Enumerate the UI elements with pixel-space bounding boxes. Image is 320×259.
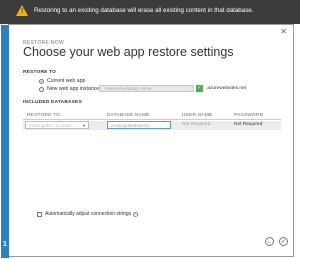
included-databases-label: INCLUDED DATABASES xyxy=(23,100,82,105)
restore-to-value: existingdb01 (Locatio... xyxy=(29,122,76,128)
confirm-button[interactable]: ✓ xyxy=(279,237,288,246)
page-title: Choose your web app restore settings xyxy=(23,45,234,59)
radio-label-current: Current web app xyxy=(47,78,86,84)
warning-icon: ! xyxy=(16,5,28,16)
col-user-name: USER NAME xyxy=(182,113,213,118)
auto-adjust-checkbox[interactable] xyxy=(37,211,42,217)
radio-unselected-icon[interactable] xyxy=(39,86,44,92)
warning-text: Restoring to an existing database will e… xyxy=(34,7,254,14)
step-number: 1 xyxy=(3,241,7,248)
password-value: Not Required xyxy=(234,122,263,127)
database-name-value: existingdatabase01 xyxy=(111,123,150,128)
valid-check-icon: ✓ xyxy=(196,85,203,92)
back-button[interactable]: ← xyxy=(265,237,274,246)
restore-to-label: RESTORE TO xyxy=(23,70,57,75)
auto-adjust-row[interactable]: Automatically adjust connection strings … xyxy=(37,211,139,217)
instance-value: restored-webapp-name xyxy=(105,86,152,91)
step-sidebar xyxy=(1,25,9,258)
col-restore-to: RESTORE TO xyxy=(27,113,60,118)
table-divider xyxy=(23,119,281,120)
close-icon[interactable]: ✕ xyxy=(280,27,287,36)
radio-new-web-app[interactable]: New web app instance xyxy=(39,86,99,92)
radio-label-new: New web app instance xyxy=(47,86,100,92)
col-password: PASSWORD xyxy=(234,113,264,118)
col-database-name: DATABASE NAME xyxy=(107,113,150,118)
auto-adjust-label: Automatically adjust connection strings xyxy=(45,211,132,217)
user-name-value: Not Required xyxy=(182,122,211,127)
arrow-left-icon: ← xyxy=(266,239,273,245)
chevron-down-icon[interactable]: ▼ xyxy=(82,123,86,128)
database-name-input[interactable]: existingdatabase01 xyxy=(107,121,171,129)
domain-suffix: .azurewebsites.net xyxy=(206,86,246,91)
radio-selected-icon[interactable] xyxy=(39,78,44,84)
info-icon[interactable]: i xyxy=(133,211,139,217)
restore-dialog: 1 ✕ RESTORE NOW Choose your web app rest… xyxy=(1,24,294,258)
checkmark-icon: ✓ xyxy=(280,239,287,245)
restore-to-select[interactable]: existingdb01 (Locatio... ▼ xyxy=(25,121,89,129)
web-app-instance-input[interactable]: restored-webapp-name xyxy=(99,85,194,92)
warning-banner: ! Restoring to an existing database will… xyxy=(0,0,300,24)
radio-current-web-app[interactable]: Current web app xyxy=(39,78,85,84)
